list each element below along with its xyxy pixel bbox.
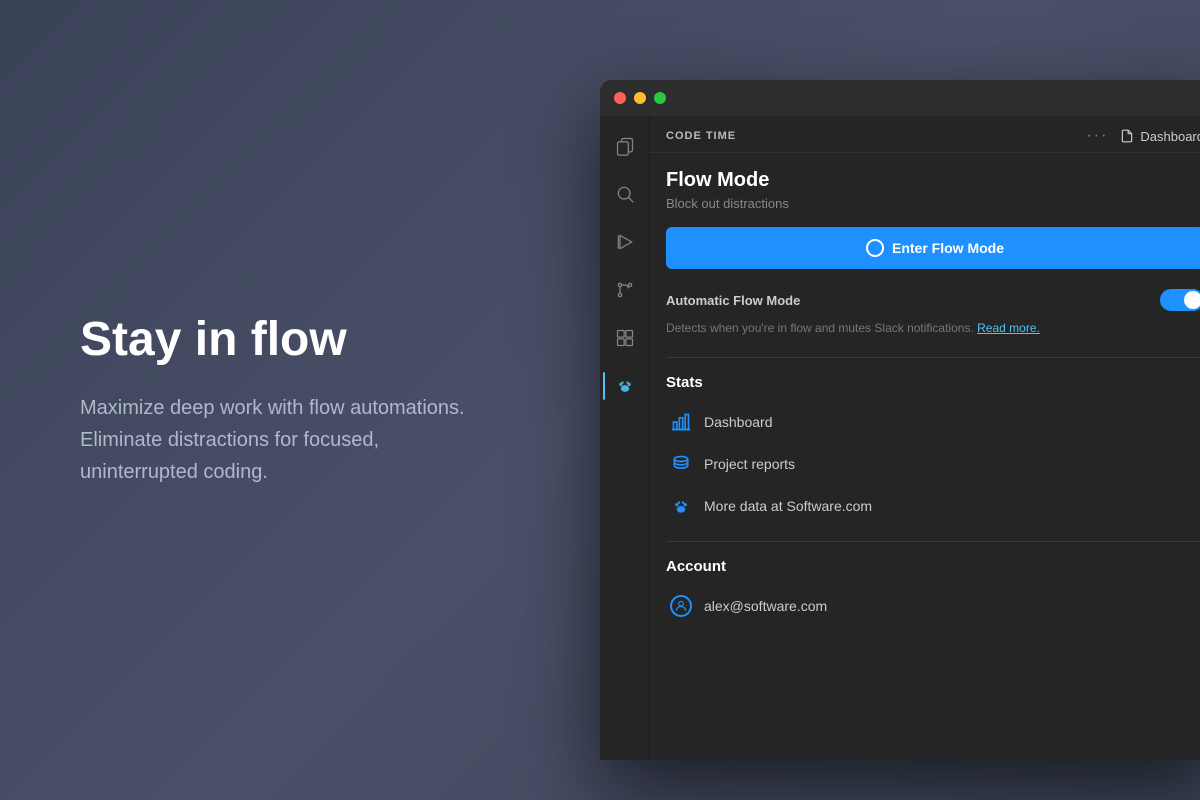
activity-run-icon[interactable] [603, 220, 647, 264]
enter-flow-btn-label: Enter Flow Mode [892, 240, 1004, 256]
stats-project-reports-label: Project reports [704, 456, 795, 472]
dashboard-link[interactable]: Dashboard [1120, 129, 1200, 144]
dashboard-link-label: Dashboard [1140, 129, 1200, 144]
activity-bar [600, 116, 650, 760]
stats-section: Stats [666, 374, 1200, 525]
activity-search-icon[interactable] [603, 172, 647, 216]
more-options-button[interactable]: ··· [1086, 128, 1108, 144]
account-email: alex@software.com [704, 598, 827, 614]
code-time-panel: CODE TIME ··· Dashboard [650, 116, 1200, 760]
stats-dashboard-label: Dashboard [704, 414, 773, 430]
close-button[interactable] [614, 92, 626, 104]
stats-item-more-data[interactable]: More data at Software.com [666, 487, 1200, 525]
flow-btn-circle-icon [866, 239, 884, 257]
vscode-window: CODE TIME ··· Dashboard [600, 80, 1200, 760]
minimize-button[interactable] [634, 92, 646, 104]
stats-item-project-reports[interactable]: Project reports [666, 445, 1200, 483]
main-area: CODE TIME ··· Dashboard [600, 116, 1200, 760]
divider-1 [666, 357, 1200, 358]
auto-flow-description: Detects when you're in flow and mutes Sl… [666, 319, 1200, 337]
read-more-link[interactable]: Read more. [977, 321, 1040, 335]
panel-content: Flow Mode Block out distractions Enter F… [650, 153, 1200, 760]
activity-git-icon[interactable] [603, 268, 647, 312]
account-section-title: Account [666, 558, 1200, 575]
activity-extensions-icon[interactable] [603, 316, 647, 360]
user-icon [670, 595, 692, 617]
panel-header: CODE TIME ··· Dashboard [650, 116, 1200, 153]
paw-software-icon [670, 495, 692, 517]
database-icon [670, 453, 692, 475]
activity-explorer-icon[interactable] [603, 124, 647, 168]
panel-header-right: ··· Dashboard [1086, 128, 1200, 144]
activity-plugin-icon[interactable] [603, 364, 647, 408]
account-item[interactable]: alex@software.com [666, 587, 1200, 625]
account-section: Account alex@software.com [666, 558, 1200, 625]
auto-flow-row: Automatic Flow Mode [666, 289, 1200, 311]
stats-list: Dashboard [666, 403, 1200, 525]
flow-mode-section: Flow Mode Block out distractions Enter F… [666, 169, 1200, 337]
flow-mode-subtitle: Block out distractions [666, 196, 1200, 211]
stats-section-title: Stats [666, 374, 1200, 391]
maximize-button[interactable] [654, 92, 666, 104]
bar-chart-icon [670, 411, 692, 433]
auto-flow-toggle[interactable] [1160, 289, 1200, 311]
dashboard-link-icon [1120, 129, 1134, 143]
title-bar [600, 80, 1200, 116]
page-wrapper: Stay in flow Maximize deep work with flo… [0, 0, 1200, 800]
traffic-lights [614, 92, 666, 104]
divider-2 [666, 541, 1200, 542]
panel-title: CODE TIME [666, 130, 736, 142]
stats-item-dashboard[interactable]: Dashboard [666, 403, 1200, 441]
hero-subtitle: Maximize deep work with flow automations… [80, 392, 480, 488]
auto-flow-label: Automatic Flow Mode [666, 293, 800, 308]
enter-flow-mode-button[interactable]: Enter Flow Mode [666, 227, 1200, 269]
stats-more-data-label: More data at Software.com [704, 498, 872, 514]
hero-section: Stay in flow Maximize deep work with flo… [0, 252, 560, 547]
hero-title: Stay in flow [80, 312, 480, 367]
flow-mode-title: Flow Mode [666, 169, 1200, 192]
